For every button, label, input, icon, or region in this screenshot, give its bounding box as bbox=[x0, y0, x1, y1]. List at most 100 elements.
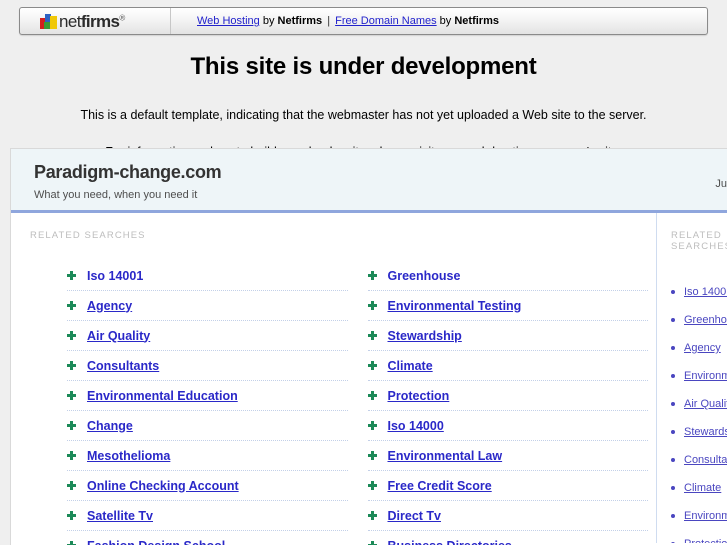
related-search-link[interactable]: Mesothelioma bbox=[87, 449, 170, 463]
list-item[interactable]: Greenhouse bbox=[367, 261, 648, 291]
related-search-link[interactable]: Iso 14000 bbox=[388, 419, 444, 433]
related-search-link[interactable]: Free Credit Score bbox=[388, 479, 492, 493]
arrow-bullet-icon bbox=[367, 391, 377, 400]
netfirms-logo[interactable]: netfirms® bbox=[20, 8, 171, 34]
arrow-bullet-icon bbox=[367, 421, 377, 430]
header-date: Ju bbox=[715, 178, 727, 190]
list-item[interactable]: Consultants bbox=[67, 351, 348, 381]
list-item[interactable]: Mesothelioma bbox=[67, 441, 348, 471]
brand-name-1: Netfirms bbox=[277, 15, 323, 27]
sidebar-related-searches-label: RELATED SEARCHES bbox=[671, 230, 727, 252]
arrow-bullet-icon bbox=[367, 451, 377, 460]
list-item[interactable]: Environmental Law bbox=[367, 441, 648, 471]
related-search-link[interactable]: Iso 14001 bbox=[87, 269, 143, 283]
arrow-bullet-icon bbox=[67, 541, 76, 545]
list-item[interactable]: Business Directories bbox=[367, 531, 649, 545]
list-item[interactable]: Consultants bbox=[671, 446, 727, 474]
wordmark-light: net bbox=[59, 11, 81, 31]
netfirms-top-bar: netfirms® Web Hosting by Netfirms | Free… bbox=[19, 7, 708, 35]
dot-bullet-icon bbox=[671, 514, 675, 518]
related-search-link[interactable]: Environmental Testing bbox=[388, 299, 522, 313]
parked-domain-panel: Paradigm-change.com What you need, when … bbox=[10, 148, 727, 545]
sidebar-related-search-link[interactable]: Iso 14001 bbox=[684, 286, 727, 298]
sidebar-related-search-link[interactable]: Agency bbox=[684, 342, 721, 354]
netfirms-logo-icon bbox=[40, 13, 57, 29]
list-item[interactable]: Protection bbox=[671, 530, 727, 543]
related-search-link[interactable]: Greenhouse bbox=[388, 269, 461, 283]
list-item[interactable]: Online Checking Account bbox=[67, 471, 348, 501]
dot-bullet-icon bbox=[671, 430, 675, 434]
domain-tagline: What you need, when you need it bbox=[34, 188, 198, 201]
arrow-bullet-icon bbox=[367, 541, 377, 545]
related-search-link[interactable]: Satellite Tv bbox=[87, 509, 153, 523]
sidebar-related-search-link[interactable]: Greenhouse bbox=[684, 314, 727, 326]
list-item[interactable]: Stewardship bbox=[671, 418, 727, 446]
sidebar-related-search-link[interactable]: Stewardship bbox=[684, 426, 727, 438]
related-search-link[interactable]: Environmental Law bbox=[388, 449, 503, 463]
sidebar-related-search-link[interactable]: Consultants bbox=[684, 454, 727, 466]
related-search-link[interactable]: Business Directories bbox=[388, 539, 512, 545]
list-item[interactable]: Free Credit Score bbox=[367, 471, 648, 501]
related-search-link[interactable]: Climate bbox=[388, 359, 433, 373]
page-title: This site is under development bbox=[190, 53, 537, 80]
list-item[interactable]: Protection bbox=[367, 381, 648, 411]
related-search-link[interactable]: Direct Tv bbox=[388, 509, 442, 523]
sidebar-related-search-link[interactable]: Climate bbox=[684, 482, 721, 494]
related-search-link[interactable]: Online Checking Account bbox=[87, 479, 239, 493]
list-item[interactable]: Agency bbox=[67, 291, 348, 321]
related-search-link[interactable]: Environmental Education bbox=[87, 389, 238, 403]
dot-bullet-icon bbox=[671, 346, 675, 350]
netfirms-wordmark: netfirms® bbox=[59, 13, 125, 30]
list-item[interactable]: Satellite Tv bbox=[67, 501, 348, 531]
related-search-link[interactable]: Consultants bbox=[87, 359, 159, 373]
arrow-bullet-icon bbox=[367, 511, 377, 520]
arrow-bullet-icon bbox=[67, 271, 76, 280]
list-item[interactable]: Climate bbox=[367, 351, 648, 381]
sidebar-link-list: Iso 14001 Greenhouse Agency Environmenta… bbox=[671, 278, 727, 543]
list-item[interactable]: Greenhouse bbox=[671, 306, 727, 334]
dot-bullet-icon bbox=[671, 402, 675, 406]
list-item[interactable]: Fashion Design School bbox=[67, 531, 348, 545]
dot-bullet-icon bbox=[671, 318, 675, 322]
related-search-link[interactable]: Air Quality bbox=[87, 329, 150, 343]
list-item[interactable]: Iso 14001 bbox=[671, 278, 727, 306]
brand-name-2: Netfirms bbox=[454, 15, 499, 27]
list-item[interactable]: Iso 14000 bbox=[367, 411, 648, 441]
dot-bullet-icon bbox=[671, 374, 675, 378]
list-item[interactable]: Environmental Education bbox=[67, 381, 348, 411]
list-item[interactable]: Change bbox=[67, 411, 348, 441]
list-item[interactable]: Agency bbox=[671, 334, 727, 362]
sidebar-related-search-link[interactable]: Air Quality bbox=[684, 398, 727, 410]
panel-header: Paradigm-change.com What you need, when … bbox=[11, 149, 727, 213]
list-item[interactable]: Air Quality bbox=[671, 390, 727, 418]
free-domain-names-link[interactable]: Free Domain Names bbox=[335, 15, 436, 27]
list-item[interactable]: Stewardship bbox=[367, 321, 648, 351]
list-item[interactable]: Environmental Education bbox=[671, 502, 727, 530]
arrow-bullet-icon bbox=[67, 301, 76, 310]
related-search-link[interactable]: Fashion Design School bbox=[87, 539, 225, 545]
related-search-link[interactable]: Agency bbox=[87, 299, 132, 313]
list-item[interactable]: Iso 14001 bbox=[67, 261, 348, 291]
list-item[interactable]: Environmental Testing bbox=[671, 362, 727, 390]
domain-name: Paradigm-change.com bbox=[34, 162, 222, 182]
link-separator: | bbox=[324, 15, 334, 27]
list-item[interactable]: Air Quality bbox=[67, 321, 348, 351]
arrow-bullet-icon bbox=[367, 301, 377, 310]
related-search-link[interactable]: Protection bbox=[388, 389, 450, 403]
related-search-link[interactable]: Stewardship bbox=[388, 329, 462, 343]
sidebar-related-search-link[interactable]: Environmental Education bbox=[684, 510, 727, 522]
list-item[interactable]: Environmental Testing bbox=[367, 291, 648, 321]
arrow-bullet-icon bbox=[67, 451, 76, 460]
sidebar-related-search-link[interactable]: Environmental Testing bbox=[684, 370, 727, 382]
related-search-column-2: Greenhouse Environmental Testing Steward… bbox=[367, 261, 649, 545]
dot-bullet-icon bbox=[671, 290, 675, 294]
related-searches-sidebar: RELATED SEARCHES Iso 14001 Greenhouse Ag… bbox=[656, 213, 727, 543]
sidebar-related-search-link[interactable]: Protection bbox=[684, 538, 727, 543]
list-item[interactable]: Climate bbox=[671, 474, 727, 502]
arrow-bullet-icon bbox=[67, 361, 76, 370]
web-hosting-link[interactable]: Web Hosting bbox=[197, 15, 260, 27]
list-item[interactable]: Direct Tv bbox=[367, 501, 648, 531]
by-text-2: by bbox=[436, 15, 455, 27]
related-searches-main: RELATED SEARCHES Iso 14001 Agency Air Qu… bbox=[11, 213, 656, 545]
related-search-link[interactable]: Change bbox=[87, 419, 133, 433]
